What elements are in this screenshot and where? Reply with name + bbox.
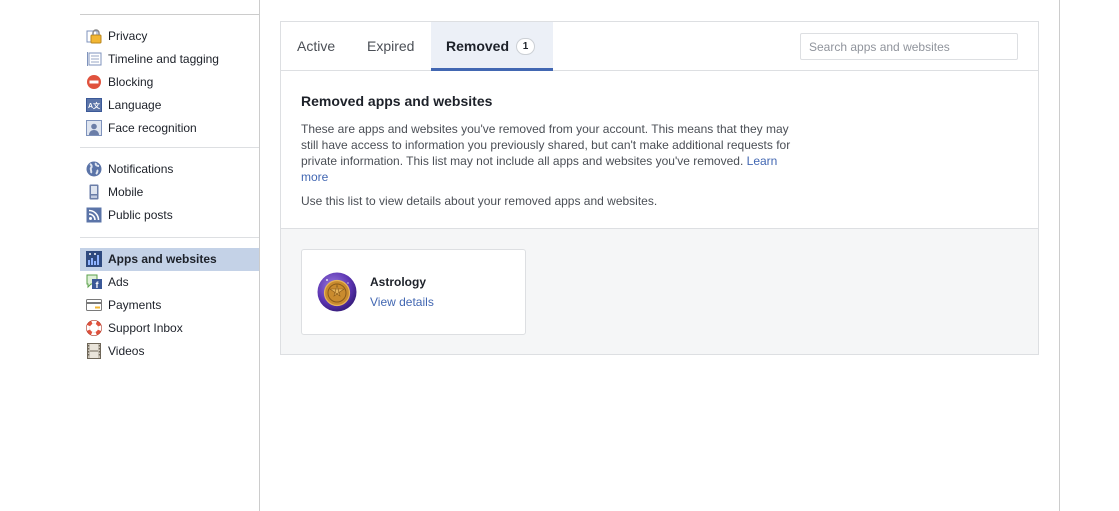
sidebar-item-label: Videos	[108, 343, 145, 358]
sidebar-item-videos[interactable]: Videos	[80, 339, 259, 362]
nav-group-notifications: Notifications Mobile Public posts	[80, 158, 259, 226]
sidebar-item-support-inbox[interactable]: Support Inbox	[80, 316, 259, 339]
app-card[interactable]: Astrology View details	[301, 249, 526, 335]
tab-expired[interactable]: Expired	[367, 22, 414, 70]
sidebar-item-notifications[interactable]: Notifications	[80, 158, 259, 181]
sidebar-item-privacy[interactable]: Privacy	[80, 25, 259, 48]
sidebar-item-ads[interactable]: f Ads	[80, 271, 259, 294]
description-body: These are apps and websites you've remov…	[301, 122, 791, 168]
astrology-app-icon	[317, 272, 357, 312]
film-icon	[86, 342, 102, 359]
content-right-divider	[1059, 0, 1060, 511]
tab-label: Expired	[367, 38, 415, 54]
credit-card-icon	[86, 297, 102, 313]
ads-icon: f	[86, 274, 102, 290]
sidebar-item-label: Timeline and tagging	[108, 52, 219, 67]
sidebar-item-apps-and-websites[interactable]: Apps and websites	[80, 248, 259, 271]
removed-intro: Removed apps and websites These are apps…	[301, 93, 801, 209]
settings-sidebar: Privacy Timeline and tagging Blocking A文…	[80, 0, 260, 511]
sidebar-item-label: Payments	[108, 297, 162, 312]
sidebar-divider	[80, 14, 259, 15]
section-title: Removed apps and websites	[301, 93, 493, 109]
globe-icon	[86, 161, 102, 177]
sidebar-item-label: Mobile	[108, 185, 144, 200]
sidebar-divider	[80, 237, 259, 238]
tab-removed[interactable]: Removed 1	[431, 22, 553, 71]
sidebar-item-payments[interactable]: Payments	[80, 294, 259, 317]
sidebar-item-timeline-and-tagging[interactable]: Timeline and tagging	[80, 48, 259, 71]
sidebar-item-label: Notifications	[108, 162, 174, 177]
sidebar-item-mobile[interactable]: Mobile	[80, 181, 259, 204]
nav-group-apps: Apps and websites f Ads Payments Support…	[80, 248, 259, 362]
search-input[interactable]	[800, 33, 1018, 60]
tab-label: Active	[297, 38, 336, 54]
count-badge: 1	[516, 37, 536, 55]
sidebar-item-public-posts[interactable]: Public posts	[80, 204, 259, 227]
timeline-icon	[86, 51, 102, 67]
tab-label: Removed	[446, 38, 510, 54]
lock-icon	[86, 28, 102, 44]
apps-icon	[86, 251, 102, 268]
app-name: Astrology	[370, 275, 427, 289]
tab-active[interactable]: Active	[297, 22, 335, 70]
view-details-link[interactable]: View details	[370, 295, 434, 309]
face-recognition-icon	[86, 119, 102, 136]
sidebar-item-label: Blocking	[108, 74, 154, 89]
hint-text: Use this list to view details about your…	[301, 194, 658, 208]
language-icon: A文	[86, 97, 102, 113]
sidebar-item-face-recognition[interactable]: Face recognition	[80, 116, 259, 139]
nav-group-privacy: Privacy Timeline and tagging Blocking A文…	[80, 25, 259, 139]
rss-icon	[86, 207, 102, 223]
lifebuoy-icon	[86, 319, 102, 336]
sidebar-item-label: Privacy	[108, 29, 148, 44]
app-list: Astrology View details	[281, 228, 1038, 354]
tab-bar: Active Expired Removed 1	[281, 22, 1038, 71]
sidebar-item-label: Apps and websites	[108, 252, 217, 267]
sidebar-item-label: Public posts	[108, 207, 173, 222]
svg-text:A文: A文	[88, 101, 101, 110]
sidebar-item-blocking[interactable]: Blocking	[80, 71, 259, 94]
description-text: These are apps and websites you've remov…	[301, 121, 801, 185]
mobile-icon	[86, 184, 102, 200]
apps-and-websites-panel: Active Expired Removed 1 Removed apps an…	[280, 21, 1039, 355]
sidebar-item-language[interactable]: A文 Language	[80, 93, 259, 116]
block-icon	[86, 74, 102, 90]
sidebar-item-label: Support Inbox	[108, 320, 183, 335]
sidebar-item-label: Face recognition	[108, 120, 197, 135]
sidebar-divider	[80, 147, 259, 148]
sidebar-item-label: Language	[108, 97, 162, 112]
sidebar-item-label: Ads	[108, 275, 129, 290]
